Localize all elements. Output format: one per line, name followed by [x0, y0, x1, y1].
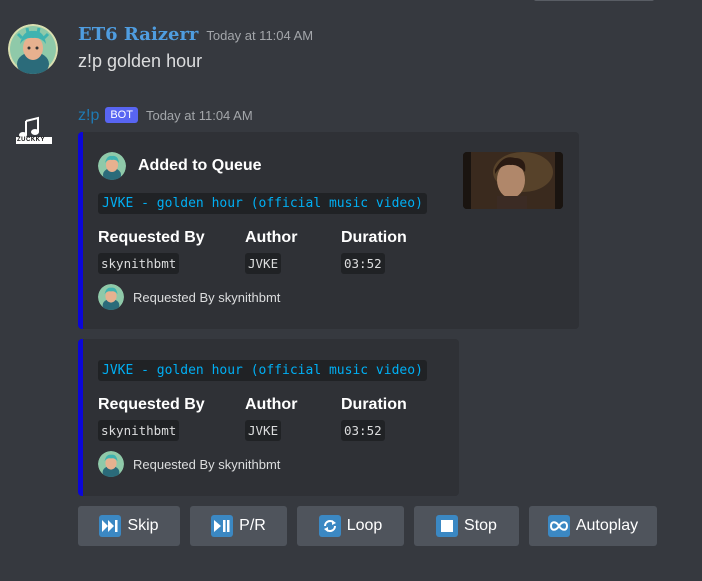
bot-avatar-label: ZUCKKY: [17, 137, 45, 143]
autoplay-button[interactable]: Autoplay: [529, 506, 657, 546]
embed-author: Added to Queue: [98, 152, 262, 180]
date-divider: [534, 0, 654, 4]
loop-button[interactable]: Loop: [297, 506, 404, 546]
field-author: Author JVKE: [245, 396, 297, 441]
field-author: Author JVKE: [245, 229, 297, 274]
queue-embed: Added to Queue JVKE - golden hour (offic…: [78, 132, 579, 329]
player-controls: Skip P/R Loop Stop Autoplay: [78, 506, 667, 546]
bot-badge: BOT: [105, 107, 138, 123]
track-embed: JVKE - golden hour (official music video…: [78, 339, 459, 496]
field-requested-by: Requested By skynithbmt: [98, 396, 205, 441]
embed-footer: Requested By skynithbmt: [98, 451, 280, 477]
field-duration: Duration 03:52: [341, 396, 407, 441]
timestamp: Today at 11:04 AM: [145, 108, 253, 123]
footer-icon: [98, 451, 124, 477]
user-message: ET6 Raizerr Today at 11:04 AM z!p golden…: [0, 24, 702, 84]
embed-footer: Requested By skynithbmt: [98, 284, 280, 310]
track-title[interactable]: JVKE - golden hour (official music video…: [98, 193, 427, 214]
username[interactable]: ET6 Raizerr: [78, 24, 198, 45]
field-duration: Duration 03:52: [341, 229, 407, 274]
loop-icon: [318, 515, 341, 537]
footer-icon: [98, 284, 124, 310]
infinity-icon: [547, 515, 570, 537]
stop-icon: [436, 515, 459, 537]
bot-avatar[interactable]: ZUCKKY: [14, 113, 54, 153]
footer-text: Requested By skynithbmt: [133, 456, 281, 472]
play-pause-button[interactable]: P/R: [190, 506, 287, 546]
stop-button[interactable]: Stop: [414, 506, 519, 546]
embed-author-name: Added to Queue: [138, 157, 262, 174]
video-thumbnail[interactable]: [463, 152, 563, 209]
footer-text: Requested By skynithbmt: [133, 289, 281, 305]
field-requested-by: Requested By skynithbmt: [98, 229, 205, 274]
message-content: z!p golden hour: [78, 51, 203, 71]
track-title[interactable]: JVKE - golden hour (official music video…: [98, 360, 427, 381]
skip-forward-icon: [99, 515, 122, 537]
skip-button[interactable]: Skip: [78, 506, 180, 546]
author-icon: [98, 152, 126, 180]
user-avatar[interactable]: [8, 24, 58, 74]
play-pause-icon: [211, 515, 234, 537]
bot-message-header: ZUCKKY z!p BOT Today at 11:04 AM: [0, 105, 702, 144]
timestamp: Today at 11:04 AM: [206, 28, 314, 43]
bot-username[interactable]: z!p: [78, 107, 99, 125]
